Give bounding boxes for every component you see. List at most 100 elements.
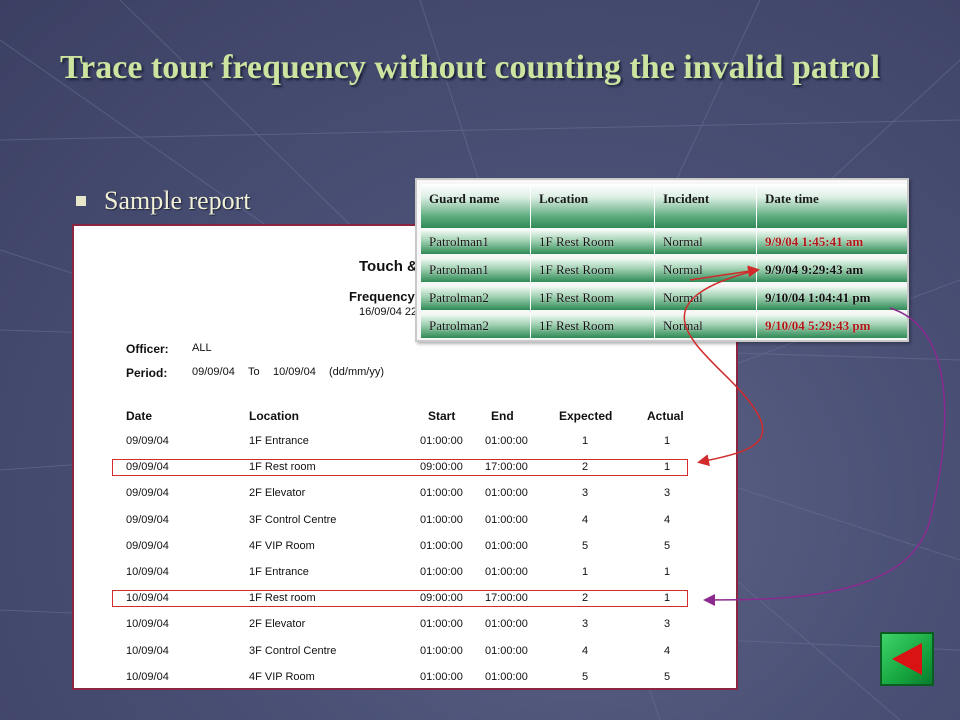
officer-value: ALL [192,342,212,354]
inc-col-datetime: Date time [765,191,819,206]
incident-cell-guard: Patrolman2 [421,314,531,338]
inc-col-guard: Guard name [421,184,531,228]
report-cell-end: 01:00:00 [485,618,528,630]
incident-row: Patrolman2 1F Rest Room Normal 9/10/04 1:04… [421,286,907,310]
report-cell-expected: 5 [581,540,589,552]
period-to-label: To [248,366,260,378]
report-title: Touch & [359,258,418,275]
report-cell-end: 01:00:00 [485,566,528,578]
report-cell-date: 10/09/04 [126,671,169,683]
incident-cell-datetime: 9/9/04 1:45:41 am [765,234,864,249]
report-cell-location: 4F VIP Room [249,540,315,552]
report-cell-expected: 4 [581,645,589,657]
report-cell-end: 01:00:00 [485,435,528,447]
report-cell-start: 01:00:00 [420,514,463,526]
report-cell-date: 09/09/04 [126,461,169,473]
report-cell-location: 1F Rest room [249,592,316,604]
report-cell-expected: 1 [581,566,589,578]
back-button[interactable] [880,632,934,686]
report-cell-date: 09/09/04 [126,487,169,499]
report-cell-start: 09:00:00 [420,592,463,604]
report-cell-date: 10/09/04 [126,566,169,578]
incident-cell-guard: Patrolman1 [421,258,531,282]
inc-col-location: Location [531,184,655,228]
incident-table-header: Guard name Location Incident Date time [421,184,907,228]
report-cell-start: 01:00:00 [420,487,463,499]
col-header-expected: Expected [559,409,613,423]
report-cell-actual: 4 [663,645,671,657]
report-cell-location: 4F VIP Room [249,671,315,683]
report-cell-start: 01:00:00 [420,435,463,447]
report-cell-actual: 3 [663,487,671,499]
report-cell-end: 01:00:00 [485,671,528,683]
report-cell-expected: 2 [581,592,589,604]
report-cell-end: 17:00:00 [485,592,528,604]
square-bullet-icon [76,196,86,206]
report-cell-location: 1F Entrance [249,435,309,447]
report-cell-date: 09/09/04 [126,514,169,526]
report-cell-location: 2F Elevator [249,487,306,499]
col-header-actual: Actual [647,409,684,423]
report-cell-end: 01:00:00 [485,514,528,526]
inc-col-incident: Incident [655,184,757,228]
incident-row: Patrolman1 1F Rest Room Normal 9/9/04 9:29:… [421,258,907,282]
officer-label: Officer: [126,342,169,356]
report-cell-actual: 1 [663,592,671,604]
col-header-start: Start [428,409,456,423]
report-cell-start: 01:00:00 [420,618,463,630]
report-cell-actual: 3 [663,618,671,630]
report-cell-start: 01:00:00 [420,540,463,552]
period-to: 10/09/04 [273,366,316,378]
incident-cell-datetime: 9/10/04 5:29:43 pm [765,318,871,333]
report-cell-location: 3F Control Centre [249,645,337,657]
report-cell-date: 09/09/04 [126,540,169,552]
col-header-date: Date [126,409,153,423]
report-cell-date: 10/09/04 [126,645,169,657]
incident-row: Patrolman1 1F Rest Room Normal 9/9/04 1:45:… [421,230,907,254]
incident-table: Guard name Location Incident Date time P… [415,178,909,342]
report-cell-expected: 3 [581,487,589,499]
slide-title: Trace tour frequency without counting th… [60,49,881,86]
incident-cell-incident: Normal [655,230,757,254]
report-cell-end: 17:00:00 [485,461,528,473]
incident-cell-location: 1F Rest Room [531,286,655,310]
incident-cell-incident: Normal [655,258,757,282]
report-printed-date: 16/09/04 22 [359,306,418,318]
report-cell-end: 01:00:00 [485,540,528,552]
incident-cell-guard: Patrolman2 [421,286,531,310]
report-cell-date: 10/09/04 [126,618,169,630]
report-cell-end: 01:00:00 [485,645,528,657]
period-label: Period: [126,366,168,380]
report-cell-location: 3F Control Centre [249,514,337,526]
period-from: 09/09/04 [192,366,235,378]
report-cell-expected: 5 [581,671,589,683]
report-cell-end: 01:00:00 [485,487,528,499]
left-triangle-icon [892,643,922,675]
incident-cell-location: 1F Rest Room [531,230,655,254]
incident-cell-location: 1F Rest Room [531,314,655,338]
report-cell-expected: 2 [581,461,589,473]
report-cell-expected: 3 [581,618,589,630]
report-cell-expected: 4 [581,514,589,526]
report-subtitle: Frequency [349,289,415,304]
report-cell-location: 1F Entrance [249,566,309,578]
bullet-item: Sample report [72,186,251,216]
period-format: (dd/mm/yy) [329,366,384,378]
report-cell-actual: 5 [663,671,671,683]
incident-row: Patrolman2 1F Rest Room Normal 9/10/04 5:29… [421,314,907,338]
report-cell-actual: 5 [663,540,671,552]
report-cell-start: 09:00:00 [420,461,463,473]
report-cell-location: 2F Elevator [249,618,306,630]
incident-cell-location: 1F Rest Room [531,258,655,282]
report-cell-location: 1F Rest room [249,461,316,473]
report-cell-start: 01:00:00 [420,566,463,578]
report-cell-actual: 1 [663,435,671,447]
report-cell-actual: 1 [663,461,671,473]
bullet-text: Sample report [104,186,251,215]
col-header-end: End [491,409,514,423]
report-cell-date: 09/09/04 [126,435,169,447]
incident-cell-datetime: 9/9/04 9:29:43 am [765,262,864,277]
incident-cell-guard: Patrolman1 [421,230,531,254]
report-cell-start: 01:00:00 [420,645,463,657]
report-cell-start: 01:00:00 [420,671,463,683]
